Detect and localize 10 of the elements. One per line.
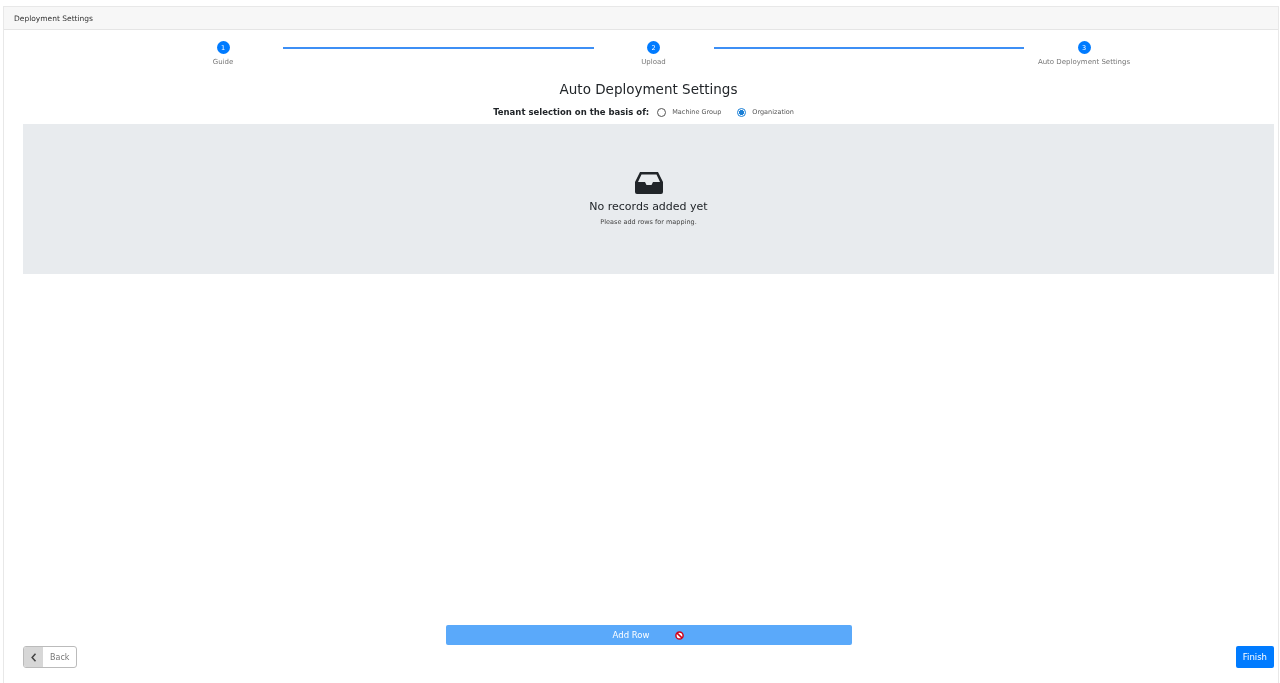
radio-button[interactable] — [737, 107, 747, 117]
not-allowed-icon — [675, 630, 685, 640]
finish-button[interactable]: Finish — [1235, 646, 1274, 668]
back-button[interactable]: Back — [23, 646, 78, 668]
radio-button[interactable] — [657, 107, 667, 117]
chevron-left-icon — [30, 652, 37, 662]
section-heading: Auto Deployment Settings — [558, 81, 739, 97]
tenant-label: Tenant selection on the basis of: — [493, 107, 650, 117]
inbox-tray-icon — [634, 172, 663, 194]
empty-title: No records added yet — [589, 200, 708, 213]
